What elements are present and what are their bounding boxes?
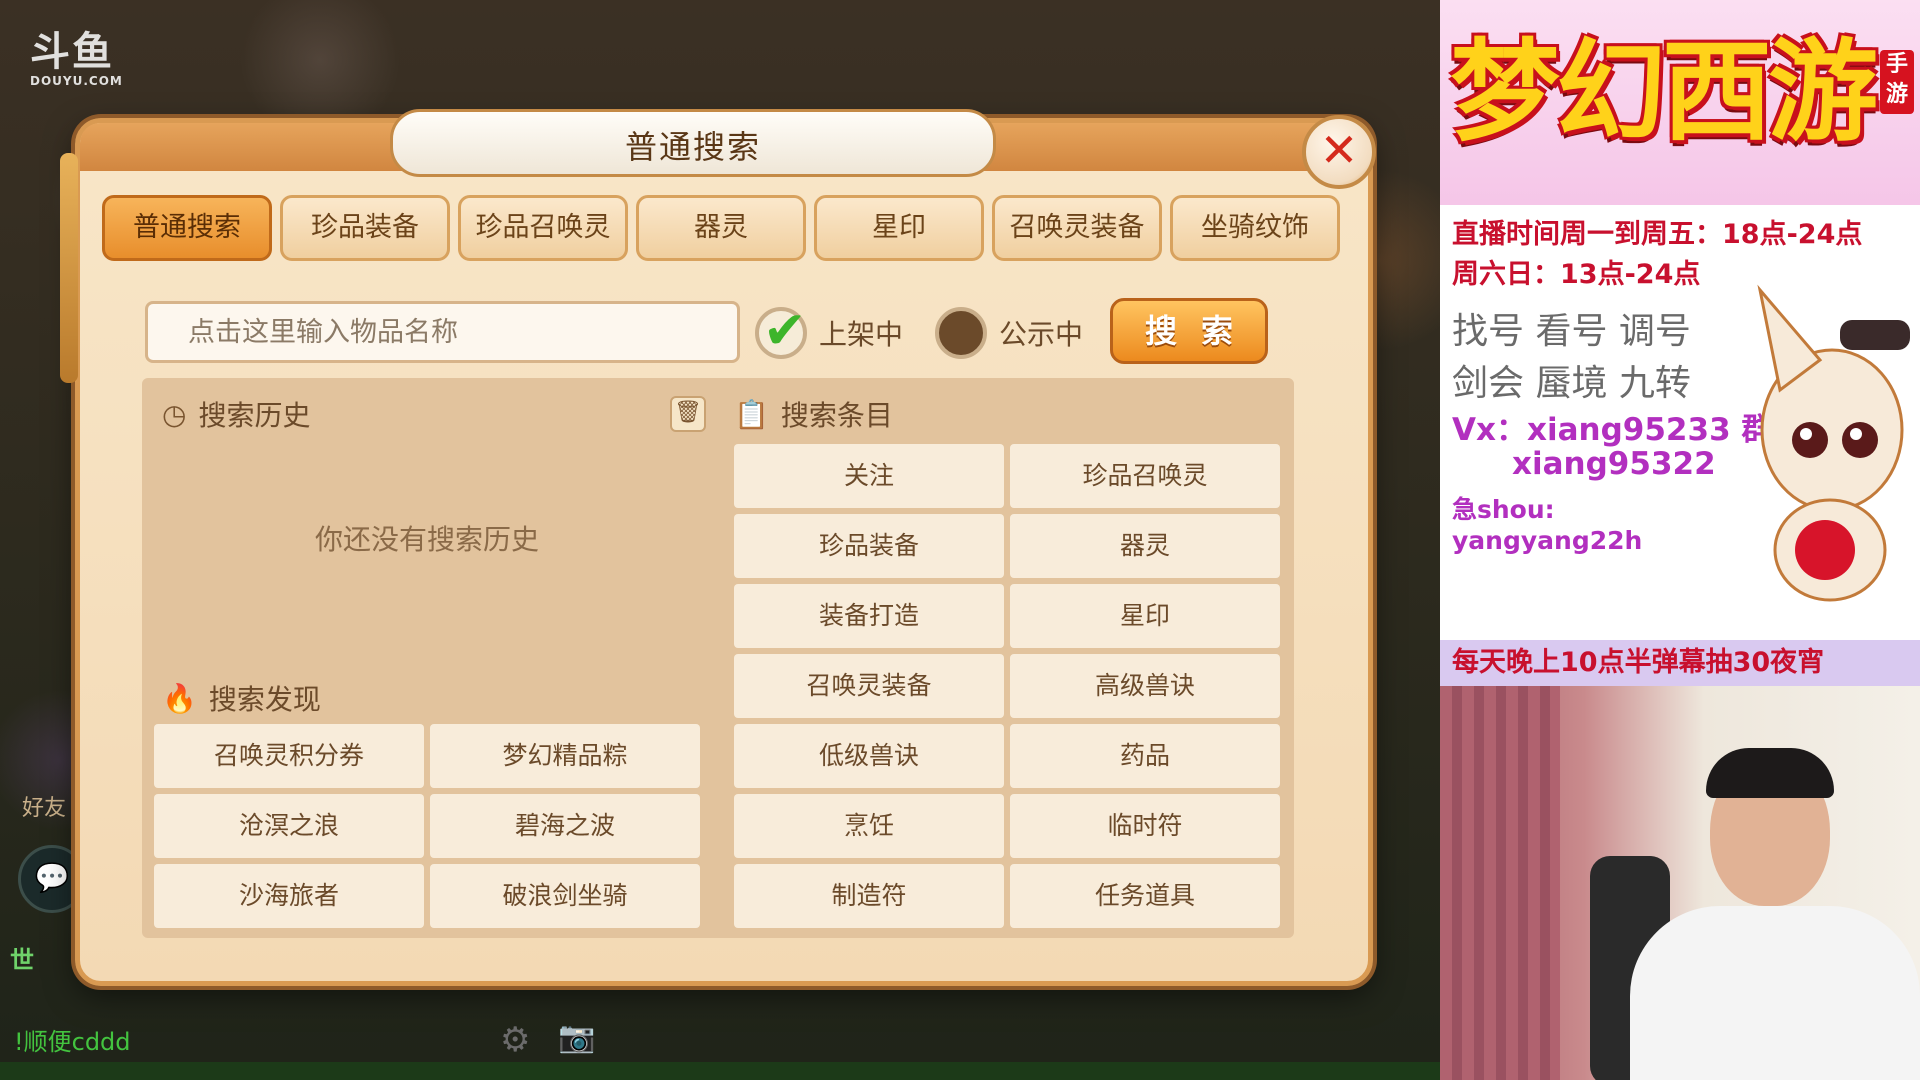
flame-icon: 🔥 (162, 681, 197, 715)
promo-banner: 每天晚上10点半弹幕抽30夜宵 (1440, 640, 1920, 686)
streamer-hair (1706, 748, 1834, 798)
camera-icon[interactable]: 📷 (558, 1020, 595, 1055)
discover-item[interactable]: 碧海之波 (430, 794, 700, 858)
history-empty-text: 你还没有搜索历史 (314, 523, 539, 556)
trash-icon[interactable]: 🗑 (670, 396, 706, 432)
stream-overlay-panel: 梦幻西游 手游 直播时间周一到周五：18点-24点 周六日：13点-24点 找号… (1440, 0, 1920, 1080)
discover-item[interactable]: 梦幻精品粽 (430, 724, 700, 788)
search-item[interactable]: 烹饪 (734, 794, 1004, 858)
urgent-contact: yangyang22h (1452, 526, 1643, 555)
search-item[interactable]: 低级兽诀 (734, 724, 1004, 788)
tab-mount-decoration[interactable]: 坐骑纹饰 (1170, 195, 1340, 261)
close-icon: ✕ (1319, 123, 1359, 177)
search-item[interactable]: 珍品装备 (734, 514, 1004, 578)
search-history-title: 搜索历史 (198, 399, 311, 432)
filter-public[interactable]: 公示中 (935, 303, 1083, 363)
search-item[interactable]: 任务道具 (1010, 864, 1280, 928)
clock-icon: ◷ (162, 397, 187, 431)
friend-label[interactable]: 好友 (22, 790, 66, 822)
banner-tag: 手游 (1880, 50, 1914, 114)
tab-star-seal[interactable]: 星印 (814, 195, 984, 261)
search-items-header: 📋 搜索条目 (734, 394, 893, 434)
discover-item[interactable]: 召唤灵积分券 (154, 724, 424, 788)
public-label: 公示中 (999, 318, 1084, 351)
discover-item[interactable]: 沙海旅者 (154, 864, 424, 928)
search-content-panel: ◷ 搜索历史 🗑 你还没有搜索历史 🔥 搜索发现 召唤灵积分券 梦幻精品粽 沧溟… (142, 378, 1294, 938)
search-item[interactable]: 关注 (734, 444, 1004, 508)
dialog-title: 普通搜索 (624, 128, 761, 166)
search-item[interactable]: 高级兽诀 (1010, 654, 1280, 718)
checkmark-icon: ✔ (763, 301, 807, 361)
curtain (1440, 686, 1560, 1080)
tab-rare-equipment[interactable]: 珍品装备 (280, 195, 450, 261)
chat-line: !顺便cddd (14, 1028, 131, 1056)
search-item[interactable]: 制造符 (734, 864, 1004, 928)
search-history-header: ◷ 搜索历史 (162, 394, 310, 434)
close-button[interactable]: ✕ (1302, 115, 1376, 189)
contact-vx: Vx：xiang95233 群 (1452, 412, 1773, 448)
fox-mascot-icon (1757, 284, 1910, 602)
douyu-watermark: 斗鱼 DOUYU.COM (30, 30, 123, 88)
category-tabs: 普通搜索 珍品装备 珍品召唤灵 器灵 星印 召唤灵装备 坐骑纹饰 (102, 195, 1352, 265)
search-item[interactable]: 器灵 (1010, 514, 1280, 578)
search-items-title: 搜索条目 (780, 399, 893, 432)
world-channel-label[interactable]: 世 (10, 940, 34, 975)
service-line-1: 找号 看号 调号 (1452, 311, 1691, 352)
search-item[interactable]: 珍品召唤灵 (1010, 444, 1280, 508)
streamer-body (1630, 906, 1920, 1080)
banner-title: 梦幻西游 (1450, 28, 1878, 156)
clipboard-icon: 📋 (734, 397, 769, 431)
douyu-logo-cn: 斗鱼 (30, 29, 114, 75)
douyu-logo-en: DOUYU.COM (30, 74, 123, 88)
bottom-hud-bar (0, 1062, 1440, 1080)
item-name-search-input[interactable] (145, 301, 740, 363)
service-line-2: 剑会 蜃境 九转 (1452, 363, 1691, 404)
dialog-title-scroll: 普通搜索 (390, 109, 996, 177)
public-radio-box[interactable] (935, 307, 987, 359)
tab-normal-search[interactable]: 普通搜索 (102, 195, 272, 261)
discover-item[interactable]: 沧溟之浪 (154, 794, 424, 858)
discover-item[interactable]: 破浪剑坐骑 (430, 864, 700, 928)
search-button[interactable]: 搜索 (1110, 298, 1268, 364)
streamer-webcam (1440, 686, 1920, 1080)
tab-rare-summon[interactable]: 珍品召唤灵 (458, 195, 628, 261)
tab-summon-equipment[interactable]: 召唤灵装备 (992, 195, 1162, 261)
search-dialog: 普通搜索 ✕ 普通搜索 珍品装备 珍品召唤灵 器灵 星印 召唤灵装备 坐骑纹饰 … (60, 109, 1376, 986)
search-item[interactable]: 召唤灵装备 (734, 654, 1004, 718)
schedule-weekend: 周六日：13点-24点 (1452, 259, 1701, 290)
gear-icon[interactable]: ⚙ (500, 1020, 530, 1060)
urgent-label: 急shou: (1452, 495, 1555, 524)
listed-radio-box[interactable]: ✔ (755, 301, 807, 361)
search-discover-header: 🔥 搜索发现 (162, 678, 321, 718)
listed-label: 上架中 (819, 318, 904, 351)
search-item[interactable]: 临时符 (1010, 794, 1280, 858)
schedule-weekday: 直播时间周一到周五：18点-24点 (1452, 219, 1863, 250)
search-item[interactable]: 药品 (1010, 724, 1280, 788)
search-item[interactable]: 装备打造 (734, 584, 1004, 648)
search-item[interactable]: 星印 (1010, 584, 1280, 648)
tassel-ornament (60, 153, 78, 383)
filter-listed[interactable]: ✔ 上架中 (755, 301, 904, 363)
game-banner: 梦幻西游 手游 (1440, 0, 1920, 205)
tab-spirit[interactable]: 器灵 (636, 195, 806, 261)
contact-group: xiang95322 (1512, 446, 1716, 482)
search-discover-title: 搜索发现 (208, 683, 321, 716)
